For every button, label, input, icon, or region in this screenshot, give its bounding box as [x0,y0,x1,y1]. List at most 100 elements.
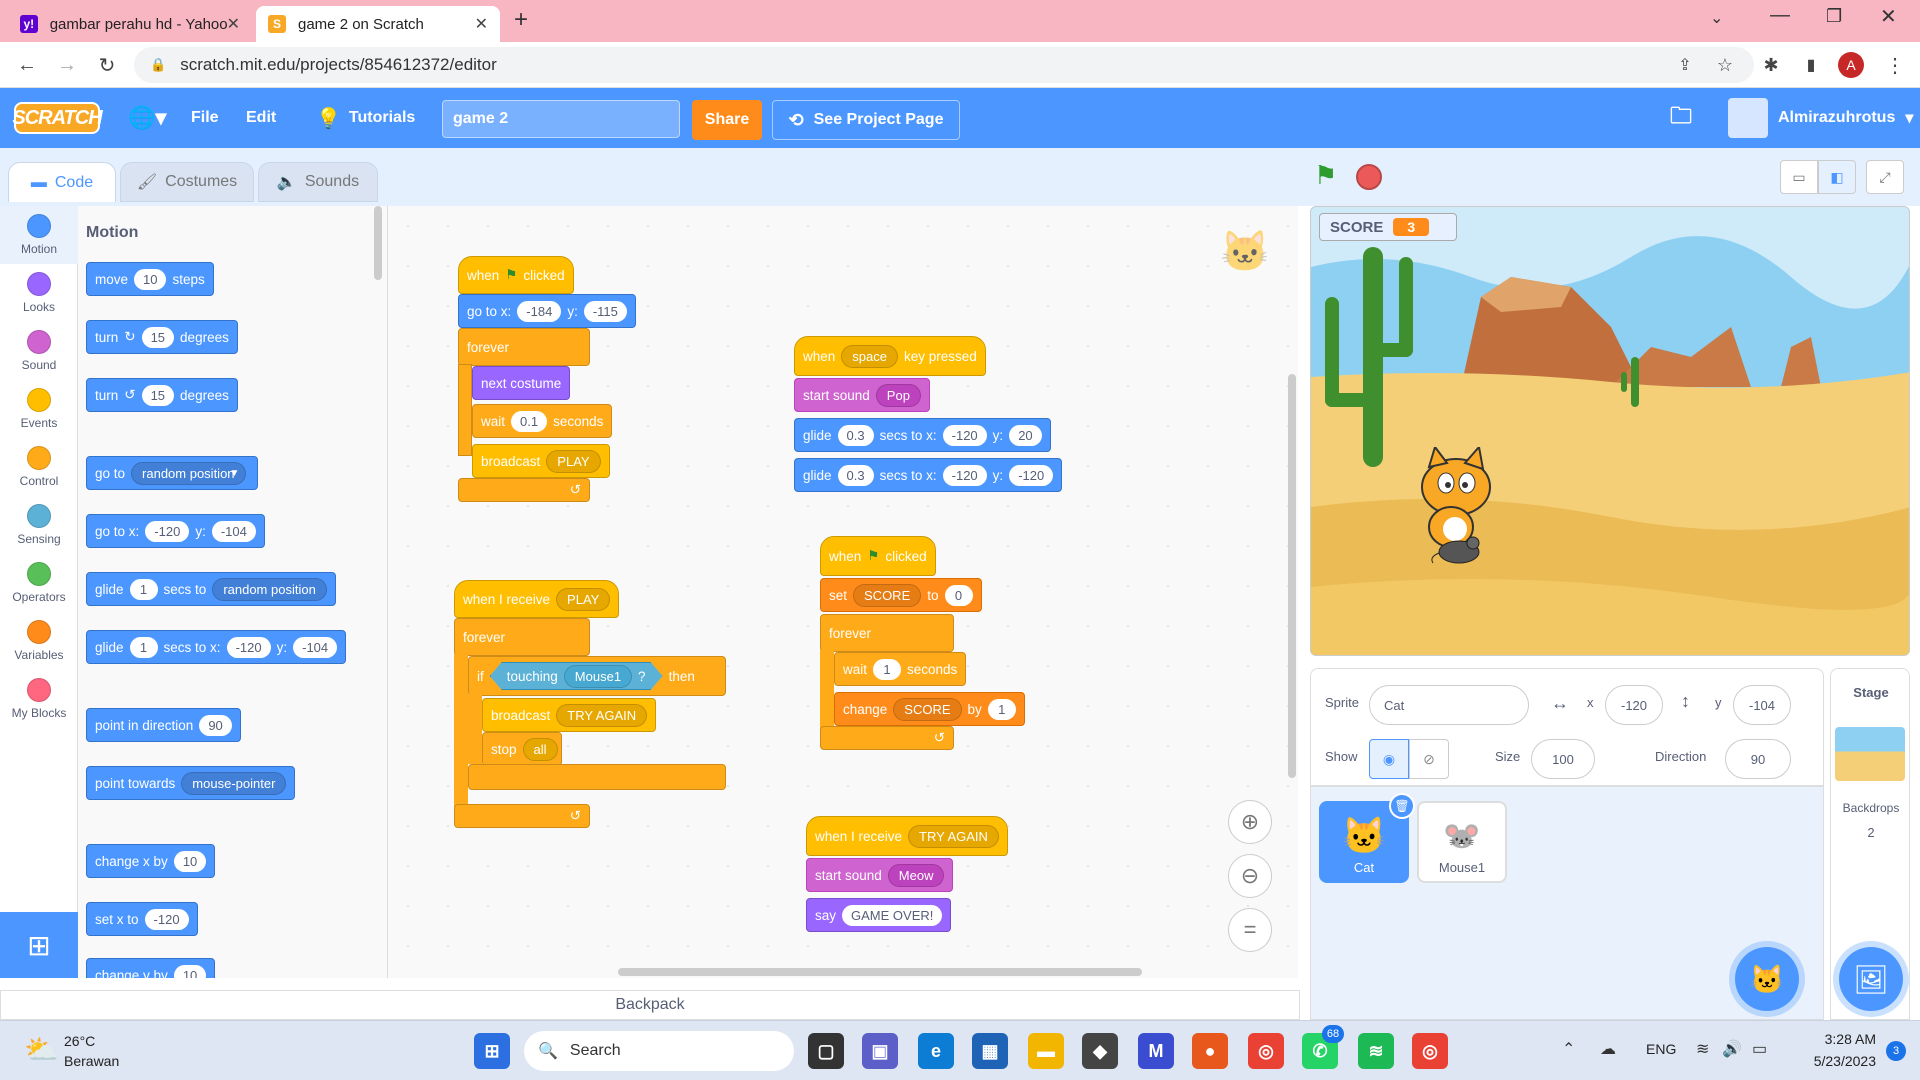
x-input[interactable]: -184 [517,300,562,322]
share-page-icon[interactable]: ⇪ [1670,50,1700,80]
y-input[interactable]: 10 [173,964,207,978]
y-input[interactable]: -120 [1009,464,1054,486]
message-dropdown[interactable]: TRY AGAIN [908,824,999,848]
palette-scrollbar[interactable] [374,206,382,280]
app-m-icon[interactable]: M [1138,1033,1174,1069]
x-input[interactable]: -120 [145,520,190,542]
app-cube-icon[interactable]: ◆ [1082,1033,1118,1069]
new-tab-button[interactable]: + [514,6,528,34]
project-title-input[interactable]: game 2 [442,100,680,138]
notification-badge[interactable]: 3 [1886,1041,1906,1061]
tab-code[interactable]: ▬ Code [8,162,116,202]
category-variables[interactable]: Variables [0,612,78,670]
when-key-pressed-hat[interactable]: when space key pressed [794,336,986,376]
value-input[interactable]: 0 [944,584,973,606]
y-input[interactable]: -104 [211,520,256,542]
secs-input[interactable]: 0.3 [837,424,874,446]
weather-icon[interactable]: ⛅ [24,1033,59,1066]
target-dropdown[interactable]: random position [212,577,327,601]
clock-date[interactable]: 5/23/2023 [1796,1053,1876,1069]
glide-xy-block[interactable]: glide 0.3 secs to x: -120 y: 20 [794,418,1051,452]
scratch-logo[interactable]: SCRATCH [12,102,103,134]
start-sound-block[interactable]: start sound Meow [806,858,954,892]
stop-block[interactable]: stop all [482,732,562,766]
score-monitor[interactable]: SCORE 3 [1319,213,1457,241]
chrome-icon[interactable]: ◎ [1248,1033,1284,1069]
battery-icon[interactable]: ▭ [1752,1039,1767,1059]
stage-canvas[interactable]: SCORE 3 [1310,206,1910,656]
set-x-block[interactable]: set x to -120 [86,902,198,936]
category-control[interactable]: Control [0,438,78,496]
go-to-xy-block[interactable]: go to x: -184 y: -115 [458,294,636,328]
target-dropdown[interactable]: random position [131,461,246,485]
profile-avatar[interactable]: A [1838,52,1864,78]
delete-sprite-icon[interactable]: 🗑 [1389,793,1415,819]
message-dropdown[interactable]: PLAY [546,449,601,473]
chrome-profile-icon[interactable]: ◎ [1412,1033,1448,1069]
category-events[interactable]: Events [0,380,78,438]
move-steps-block[interactable]: move 10 steps [86,262,214,296]
size-input[interactable]: 100 [1531,739,1595,779]
go-to-block[interactable]: go to random position ▼ [86,456,259,490]
file-explorer-icon[interactable]: ▬ [1028,1033,1064,1069]
zoom-in-button[interactable]: ⊕ [1228,800,1272,844]
object-dropdown[interactable]: Mouse1 [564,665,632,688]
steps-input[interactable]: 10 [134,268,167,290]
forever-block[interactable]: forever [454,618,590,656]
direction-input[interactable]: 90 [199,714,232,736]
language-indicator[interactable]: ENG [1646,1041,1676,1057]
point-in-direction-block[interactable]: point in direction 90 [86,708,241,742]
address-bar[interactable]: 🔒 scratch.mit.edu/projects/854612372/edi… [134,47,1754,83]
language-globe-icon[interactable]: 🌐▾ [128,88,166,148]
browser-tab-yahoo[interactable]: y! gambar perahu hd - Yahoo Hasil ✕ [8,6,252,42]
change-variable-block[interactable]: change SCORE by 1 [834,692,1025,726]
y-input[interactable]: -115 [583,300,627,322]
close-tab-icon[interactable]: ✕ [475,14,488,34]
glide-random-block[interactable]: glide 1 secs to random position [86,572,336,606]
seconds-input[interactable]: 1 [873,658,902,680]
account-menu[interactable]: Almirazuhrotus ▾ [1728,88,1913,148]
reload-icon[interactable]: ↻ [92,50,122,80]
x-input[interactable]: -120 [226,636,271,658]
wait-block[interactable]: wait 1 seconds [834,652,967,686]
x-input[interactable]: -120 [144,908,189,930]
direction-input[interactable]: 90 [1725,739,1791,779]
firefox-icon[interactable]: ● [1192,1033,1228,1069]
show-hidden-icons-icon[interactable]: ⌃ [1562,1039,1575,1059]
workspace-horizontal-scrollbar[interactable] [618,968,1142,976]
small-stage-icon[interactable]: ▭ [1780,160,1818,194]
when-flag-clicked-hat[interactable]: when ⚑ clicked [820,536,936,576]
choose-backdrop-button[interactable]: 🖼 [1839,947,1903,1011]
add-extension-button[interactable]: ⊞ [0,912,78,978]
forever-block[interactable]: forever [820,614,954,652]
close-tab-icon[interactable]: ✕ [227,14,240,34]
sound-dropdown[interactable]: Meow [887,863,945,887]
say-block[interactable]: say GAME OVER! [806,898,952,932]
seconds-input[interactable]: 0.1 [511,410,548,432]
share-button[interactable]: Share [692,100,762,140]
category-motion[interactable]: Motion [0,206,78,264]
point-towards-block[interactable]: point towards mouse-pointer [86,766,296,800]
stop-dropdown[interactable]: all [522,737,558,761]
start-sound-block[interactable]: start sound Pop [794,378,930,412]
forward-icon[interactable]: → [52,50,82,80]
glide-xy-block[interactable]: glide 1 secs to x: -120 y: -104 [86,630,347,664]
workspace-vertical-scrollbar[interactable] [1288,374,1296,778]
category-sensing[interactable]: Sensing [0,496,78,554]
volume-icon[interactable]: 🔊 [1722,1039,1742,1059]
change-x-block[interactable]: change x by 10 [86,844,216,878]
secs-input[interactable]: 1 [129,578,158,600]
zoom-out-button[interactable]: ⊖ [1228,854,1272,898]
back-icon[interactable]: ← [12,50,42,80]
clock-time[interactable]: 3:28 AM [1796,1031,1876,1047]
message-dropdown[interactable]: PLAY [556,587,611,611]
store-icon[interactable]: ▦ [972,1033,1008,1069]
my-stuff-folder-icon[interactable]: 🗀 [1670,88,1692,148]
x-input[interactable]: -120 [942,464,987,486]
broadcast-block[interactable]: broadcast PLAY [472,444,610,478]
variable-dropdown[interactable]: SCORE [893,697,962,721]
secs-input[interactable]: 1 [129,636,158,658]
windows-start-icon[interactable]: ⊞ [474,1033,510,1069]
y-input[interactable]: -104 [1733,685,1791,725]
code-workspace[interactable]: 🐱 when ⚑ clicked go to x: -184 y: -115 foreve… [388,206,1298,978]
